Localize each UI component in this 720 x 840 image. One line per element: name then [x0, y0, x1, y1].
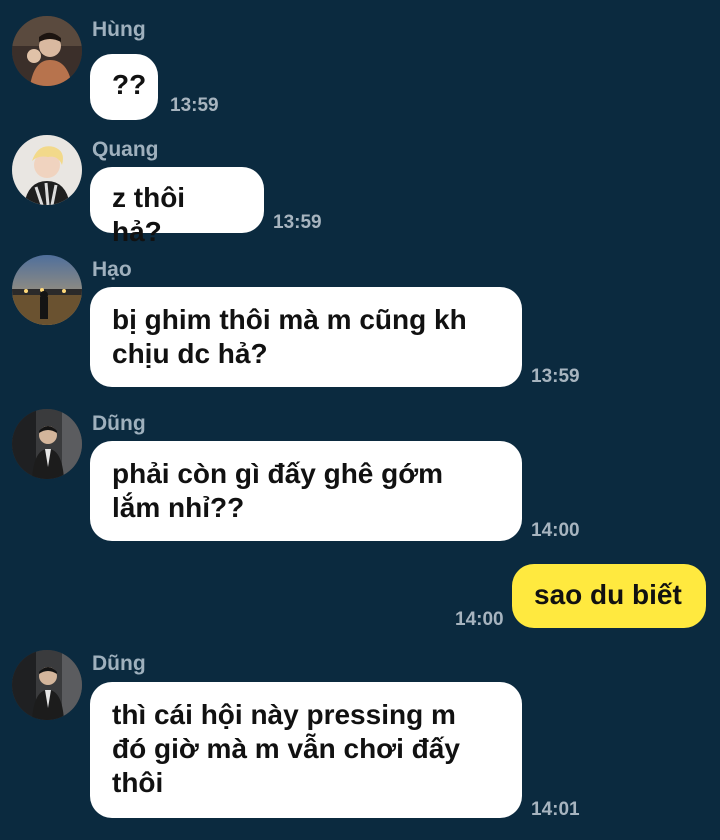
message-bubble[interactable]: z thôi hả? — [90, 167, 264, 247]
chat-message: Dũng phải còn gì đấy ghê gớm lắm nhỉ?? 1… — [0, 407, 720, 547]
message-bubble[interactable]: thì cái hội này pressing m đó giờ mà m v… — [90, 682, 522, 818]
avatar-dung-icon[interactable] — [12, 409, 82, 479]
sender-name: Dũng — [92, 652, 146, 675]
message-timestamp: 13:59 — [170, 95, 219, 116]
message-bubble[interactable]: bị ghim thôi mà m cũng kh chịu dc hả? — [90, 287, 522, 387]
message-timestamp: 14:00 — [455, 609, 504, 630]
avatar-quang-icon[interactable] — [12, 135, 82, 205]
chat-message-outgoing: sao du biết 14:00 — [0, 562, 720, 634]
sender-name: Hạo — [92, 258, 132, 281]
chat-message: Hạo bị ghim thôi mà m cũng kh chịu dc hả… — [0, 253, 720, 393]
avatar-hung-icon[interactable] — [12, 16, 82, 86]
sender-name: Hùng — [92, 18, 146, 41]
message-timestamp: 13:59 — [273, 212, 322, 233]
message-bubble[interactable]: phải còn gì đấy ghê gớm lắm nhỉ?? — [90, 441, 522, 541]
chat-message: Hùng ?? 13:59 — [0, 12, 720, 122]
chat-message: Dũng thì cái hội này pressing m đó giờ m… — [0, 650, 720, 840]
avatar-dung-icon[interactable] — [12, 650, 82, 720]
message-bubble-outgoing[interactable]: sao du biết — [512, 564, 706, 628]
sender-name: Quang — [92, 138, 159, 161]
chat-message: Quang z thôi hả? 13:59 — [0, 133, 720, 247]
avatar-hao-icon[interactable] — [12, 255, 82, 325]
message-timestamp: 14:01 — [531, 799, 580, 820]
message-timestamp: 13:59 — [531, 366, 580, 387]
sender-name: Dũng — [92, 412, 146, 435]
message-bubble[interactable]: ?? — [90, 54, 158, 120]
message-timestamp: 14:00 — [531, 520, 580, 541]
chat-thread[interactable]: Hùng ?? 13:59 Quang z thôi hả? 13:59 Hạo… — [0, 0, 720, 840]
